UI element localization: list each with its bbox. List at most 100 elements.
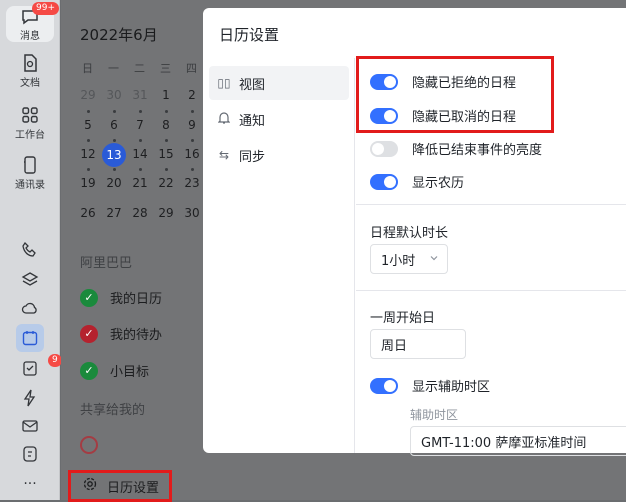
day-cell[interactable]: 31 bbox=[130, 88, 150, 102]
event-dot bbox=[113, 139, 116, 142]
toggle-row-dim-ended[interactable]: 降低已结束事件的亮度 bbox=[370, 139, 542, 158]
default-duration-label: 日程默认时长 bbox=[370, 226, 449, 241]
day-cell[interactable]: 19 bbox=[78, 176, 98, 190]
calendar-item-goals[interactable]: ✓ 小目标 bbox=[80, 361, 149, 380]
day-cell-today[interactable]: 13 bbox=[102, 143, 126, 167]
rail-docs-label: 文档 bbox=[20, 78, 40, 89]
day-cell[interactable]: 29 bbox=[78, 88, 98, 102]
event-dot bbox=[191, 139, 194, 142]
weekday-header: 二 bbox=[134, 62, 145, 75]
day-cell[interactable]: 6 bbox=[104, 118, 124, 132]
rail-contacts-label: 通讯录 bbox=[15, 180, 45, 191]
calendar-item-label: 小目标 bbox=[110, 365, 150, 380]
rail-workspace[interactable]: 工作台 bbox=[0, 104, 60, 141]
day-cell[interactable]: 2 bbox=[182, 88, 202, 102]
week-start-select[interactable]: 周日 bbox=[370, 329, 466, 359]
toggle-switch[interactable] bbox=[370, 377, 398, 394]
toggle-switch[interactable] bbox=[370, 173, 398, 190]
default-duration-select[interactable]: 1小时 bbox=[370, 244, 448, 274]
mail-icon[interactable] bbox=[18, 414, 42, 438]
contacts-book-icon bbox=[18, 154, 42, 176]
day-cell[interactable]: 21 bbox=[130, 176, 150, 190]
toggle-label: 显示辅助时区 bbox=[412, 380, 491, 395]
event-dot bbox=[139, 139, 142, 142]
grid-apps-icon bbox=[18, 104, 42, 126]
more-icon[interactable]: ··· bbox=[18, 472, 42, 496]
cloud-icon[interactable] bbox=[18, 296, 42, 320]
day-cell[interactable]: 28 bbox=[130, 206, 150, 220]
day-cell[interactable]: 8 bbox=[156, 118, 176, 132]
lightning-icon[interactable] bbox=[18, 386, 42, 410]
event-dot bbox=[191, 168, 194, 171]
rail-contacts[interactable]: 通讯录 bbox=[0, 154, 60, 191]
event-dot bbox=[139, 168, 142, 171]
calendar-icon[interactable] bbox=[16, 324, 44, 352]
calendar-item-todo[interactable]: ✓ 我的待办 bbox=[80, 324, 162, 343]
video-call-icon[interactable] bbox=[18, 238, 42, 262]
message-count-badge: 99+ bbox=[32, 2, 59, 15]
divider bbox=[356, 290, 626, 291]
tasks-count-badge: 9 bbox=[48, 354, 62, 367]
empty-circle-icon[interactable] bbox=[80, 436, 98, 454]
event-dot bbox=[139, 110, 142, 113]
event-dot bbox=[191, 110, 194, 113]
toggle-switch[interactable] bbox=[370, 140, 398, 157]
event-dot bbox=[165, 139, 168, 142]
nav-view[interactable]: ▯▯ 视图 bbox=[209, 66, 349, 100]
day-cell[interactable]: 30 bbox=[104, 88, 124, 102]
calendar-settings-button[interactable]: 日历设置 bbox=[68, 470, 172, 502]
day-cell[interactable]: 29 bbox=[156, 206, 176, 220]
rail-messages[interactable]: 消息 99+ bbox=[6, 2, 59, 42]
day-cell[interactable]: 9 bbox=[182, 118, 202, 132]
day-cell[interactable]: 23 bbox=[182, 176, 202, 190]
day-cell[interactable]: 30 bbox=[182, 206, 202, 220]
toggle-label: 显示农历 bbox=[412, 176, 465, 191]
nav-notify[interactable]: 通知 bbox=[209, 102, 349, 136]
toggle-row-aux-timezone[interactable]: 显示辅助时区 bbox=[370, 376, 490, 395]
weekday-header: 四 bbox=[186, 62, 197, 75]
bell-icon bbox=[217, 111, 231, 127]
day-cell[interactable]: 14 bbox=[130, 147, 150, 161]
day-cell[interactable]: 16 bbox=[182, 147, 202, 161]
nav-label: 视图 bbox=[239, 77, 266, 93]
event-dot bbox=[87, 110, 90, 113]
day-cell[interactable]: 12 bbox=[78, 147, 98, 161]
event-dot bbox=[165, 110, 168, 113]
notes-icon[interactable] bbox=[18, 442, 42, 466]
day-cell[interactable]: 7 bbox=[130, 118, 150, 132]
day-cell[interactable]: 1 bbox=[156, 88, 176, 102]
rail-messages-label: 消息 bbox=[20, 31, 40, 42]
settings-nav: ▯▯ 视图 通知 ⇆ 同步 bbox=[203, 58, 355, 453]
calendar-item-mine[interactable]: ✓ 我的日历 bbox=[80, 288, 162, 307]
layers-icon[interactable] bbox=[18, 268, 42, 292]
nav-sync[interactable]: ⇆ 同步 bbox=[209, 138, 349, 172]
gear-icon bbox=[83, 477, 97, 495]
weekday-header: 三 bbox=[160, 62, 171, 75]
rail-docs[interactable]: 文档 bbox=[0, 52, 60, 89]
weekday-header: 一 bbox=[108, 62, 119, 75]
day-cell[interactable]: 26 bbox=[78, 206, 98, 220]
aux-timezone-select[interactable]: GMT-11:00 萨摩亚标准时间 bbox=[410, 426, 626, 456]
org-section-title: 阿里巴巴 bbox=[80, 256, 133, 271]
check-circle-icon: ✓ bbox=[80, 288, 98, 307]
week-start-label: 一周开始日 bbox=[370, 311, 436, 326]
event-dot bbox=[113, 168, 116, 171]
day-cell[interactable]: 27 bbox=[104, 206, 124, 220]
select-value: GMT-11:00 萨摩亚标准时间 bbox=[421, 435, 587, 451]
aux-timezone-sublabel: 辅助时区 bbox=[410, 408, 459, 422]
toggle-row-lunar[interactable]: 显示农历 bbox=[370, 172, 464, 191]
day-cell[interactable]: 20 bbox=[104, 176, 124, 190]
divider bbox=[356, 204, 626, 205]
calendar-item-label: 我的待办 bbox=[110, 328, 163, 343]
event-dot bbox=[87, 168, 90, 171]
toggle-label: 降低已结束事件的亮度 bbox=[412, 143, 543, 158]
tasks-icon[interactable]: 9 bbox=[18, 354, 62, 380]
day-cell[interactable]: 22 bbox=[156, 176, 176, 190]
check-circle-icon: ✓ bbox=[80, 324, 98, 343]
view-icon: ▯▯ bbox=[217, 76, 231, 90]
dialog-title: 日历设置 bbox=[219, 26, 280, 44]
day-cell[interactable]: 5 bbox=[78, 118, 98, 132]
nav-label: 同步 bbox=[239, 149, 266, 165]
chevron-down-icon bbox=[430, 256, 438, 261]
day-cell[interactable]: 15 bbox=[156, 147, 176, 161]
